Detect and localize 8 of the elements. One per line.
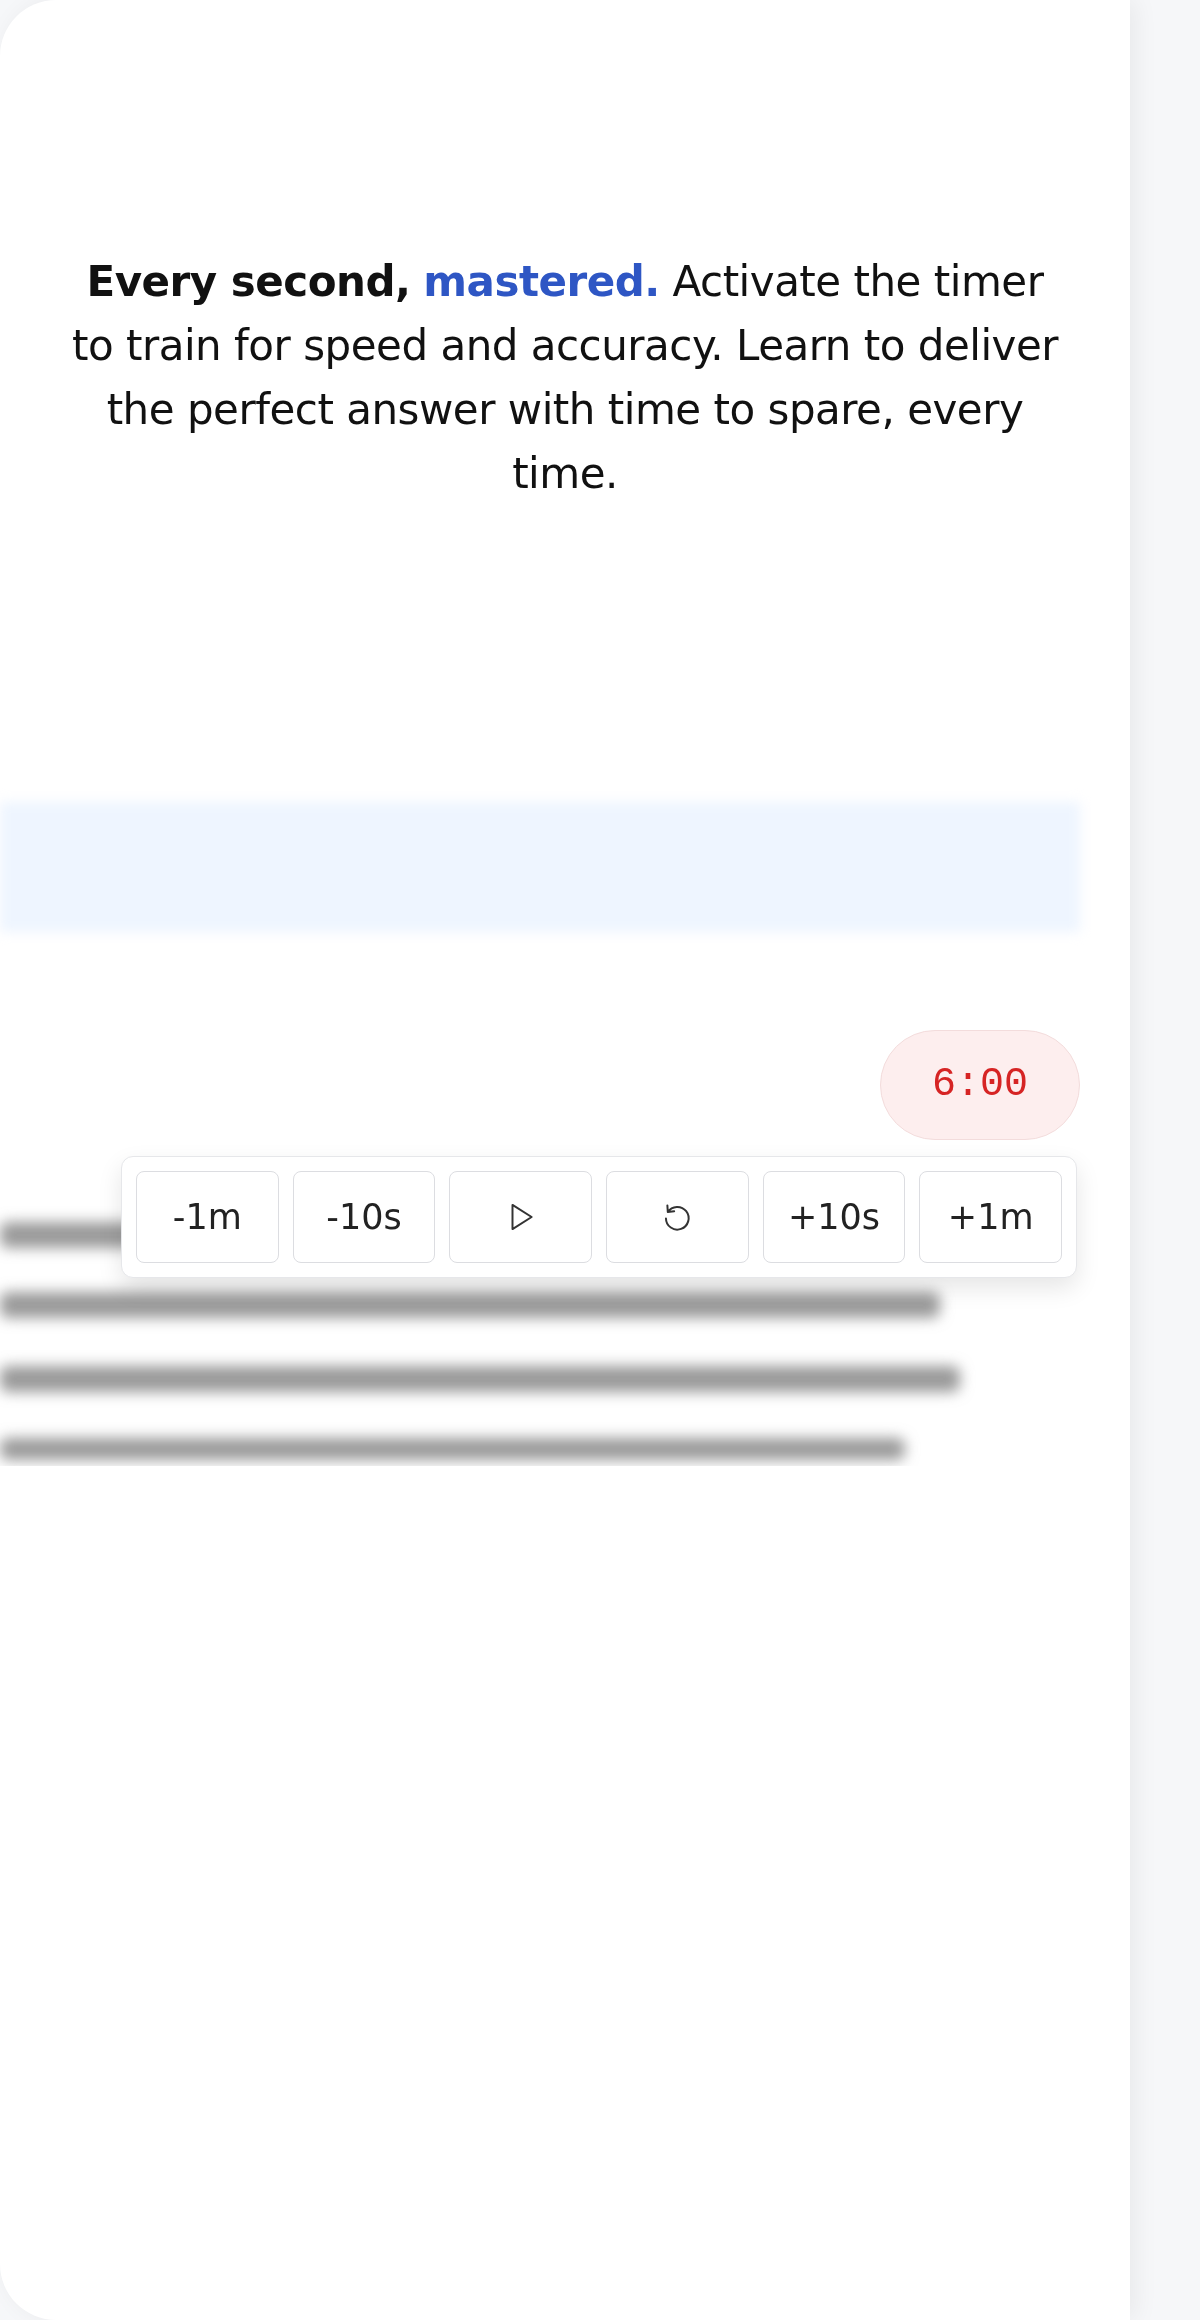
timer-display: 6:00 bbox=[880, 1030, 1080, 1140]
adjust-button[interactable]: -1m bbox=[136, 1171, 279, 1263]
play-button[interactable] bbox=[449, 1171, 592, 1263]
headline: Every second, mastered. Activate the timer to train for speed and accuracy. Learn to deliver the perfect answer with time to spare, every time. bbox=[70, 256, 1060, 500]
adjust-button[interactable]: -10s bbox=[292, 1171, 436, 1263]
reset-button[interactable] bbox=[606, 1171, 749, 1263]
adjust-button[interactable]: +10s bbox=[762, 1171, 906, 1263]
adjust-button[interactable]: +1m bbox=[919, 1171, 1063, 1263]
